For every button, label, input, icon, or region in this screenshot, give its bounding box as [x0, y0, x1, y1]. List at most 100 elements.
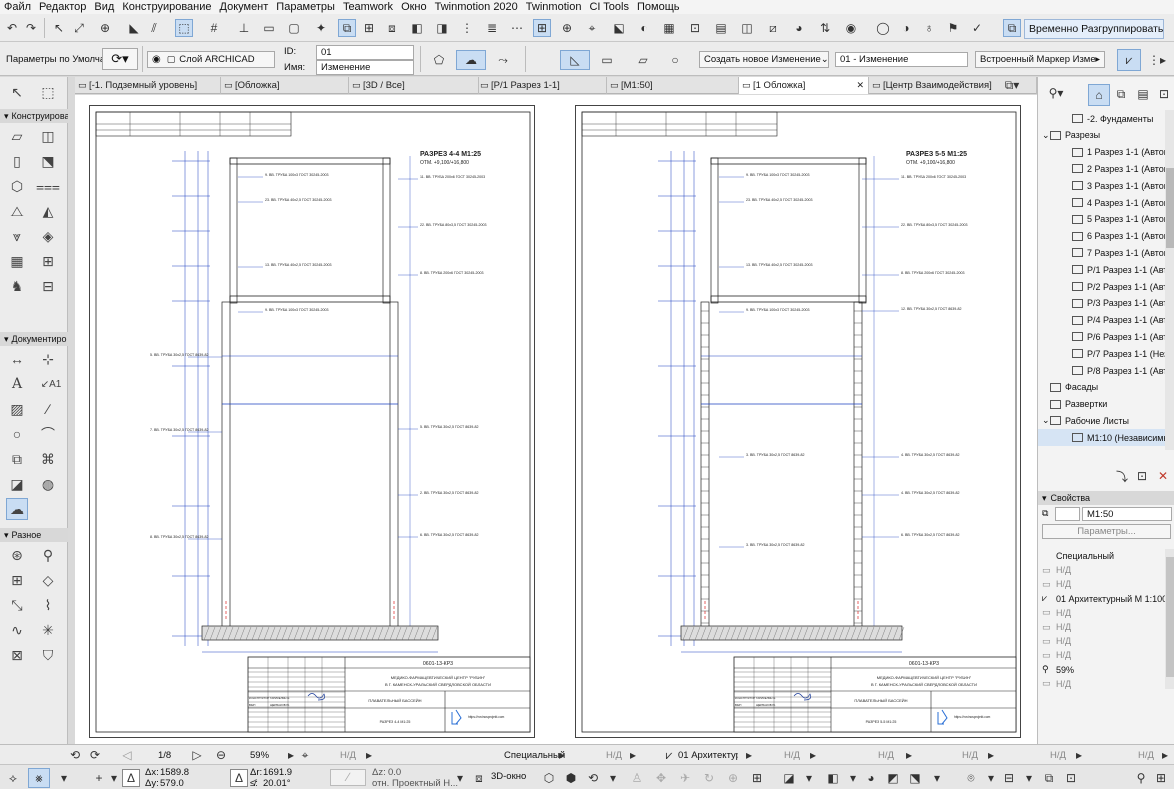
chevron-right-icon[interactable]: ▸ [360, 746, 378, 764]
teamwork-icon[interactable]: ♁ [920, 19, 938, 37]
menu-item[interactable]: Teamwork [343, 1, 393, 13]
tab-overflow-icon[interactable]: ⧉▾ [1003, 76, 1021, 94]
layer-combo-icon[interactable]: ◪ [780, 769, 798, 787]
chevron-down-icon[interactable]: ▾ [604, 769, 622, 787]
chevron-down-icon[interactable]: ▾ [844, 769, 862, 787]
pin-icon[interactable]: ⟡ [4, 769, 22, 787]
navigator-item[interactable]: 5 Разрез 1-1 (Автома [1038, 211, 1165, 228]
properties-header[interactable]: ▾ Свойства [1038, 491, 1174, 505]
navigator-item[interactable]: Развертки [1038, 396, 1165, 413]
navigator-item[interactable]: 3 Разрез 1-1 (Автома [1038, 177, 1165, 194]
navigator-item[interactable]: P/8 Разрез 1-1 (Автом [1038, 362, 1165, 379]
scrollbar-thumb[interactable] [1166, 557, 1174, 677]
redo-icon[interactable]: ↷ [22, 19, 40, 37]
menu-item[interactable]: Конструирование [122, 1, 211, 13]
object-tool-icon[interactable]: ♞ [6, 275, 28, 297]
line-tool-icon[interactable]: ∕ [37, 398, 59, 420]
snap-guide-icon[interactable]: ⊕ [558, 19, 576, 37]
shading-icon[interactable]: ◩ [884, 769, 902, 787]
shell-tool-icon[interactable]: ◭ [37, 200, 59, 222]
navigator-item[interactable]: M1:10 (Независимый) [1038, 429, 1165, 447]
fill-tool-icon[interactable]: ▨ [6, 398, 28, 420]
property-row[interactable]: ▭ Н/Д [1038, 634, 1174, 648]
navigator-item[interactable]: 6 Разрез 1-1 (Автома [1038, 228, 1165, 245]
zoom-icon[interactable]: ⊖ [212, 746, 230, 764]
undo-icon[interactable]: ↶ [3, 19, 21, 37]
publisher-icon[interactable]: ⊡ [1155, 85, 1173, 103]
morph-tool-icon[interactable]: ◈ [37, 225, 59, 247]
menu-item[interactable]: Файл [4, 1, 31, 13]
stair-tool-icon[interactable]: ⩶ [36, 175, 60, 197]
grid-snap-icon[interactable]: # [205, 19, 223, 37]
navigator-item[interactable]: ⌄ Рабочие Листы [1038, 412, 1165, 429]
dr-value[interactable]: 1691.9 [263, 767, 292, 778]
navigator-scrollbar[interactable] [1165, 110, 1174, 450]
chevron-right-icon[interactable]: ▸ [740, 746, 758, 764]
section-misc[interactable]: ▾ Разное [0, 528, 68, 542]
pan-icon[interactable]: ✥ [652, 769, 670, 787]
reserve-icon[interactable]: ⚑ [944, 19, 962, 37]
navigator-item[interactable]: P/7 Разрез 1-1 (Незав [1038, 345, 1165, 362]
camera-tool-icon[interactable]: ⚲ [37, 544, 59, 566]
chevron-down-icon[interactable]: ▾ [1020, 769, 1038, 787]
fly-icon[interactable]: ✈ [676, 769, 694, 787]
issue-icon[interactable]: ⚲ [1132, 769, 1150, 787]
menu-item[interactable]: Редактор [39, 1, 86, 13]
navigator-item[interactable]: P/6 Разрез 1-1 (Автом [1038, 328, 1165, 345]
tab[interactable]: ▭ [Обложка] [221, 77, 349, 94]
distribute-icon[interactable]: ⋯ [508, 19, 526, 37]
chevron-down-icon[interactable]: ▾ [928, 769, 946, 787]
zone-tool-icon[interactable]: ⊟ [37, 275, 59, 297]
menu-item[interactable]: Twinmotion [526, 1, 582, 13]
snap-grid-icon[interactable]: ⊞ [533, 19, 551, 37]
wave-tool-icon[interactable]: ∿ [6, 619, 28, 641]
navigator-item[interactable]: 2 Разрез 1-1 (Автома [1038, 160, 1165, 177]
marker-list-icon[interactable]: ⋮▸ [1148, 51, 1166, 69]
tab[interactable]: ▭ [P/1 Разрез 1-1] [477, 77, 607, 94]
delta-icon[interactable]: Δ [122, 769, 140, 787]
teamwork-status-icon[interactable]: ⊞ [1152, 769, 1170, 787]
section-cut-icon[interactable]: ⬔ [906, 769, 924, 787]
navigator-item[interactable]: P/1 Разрез 1-1 (Автом [1038, 261, 1165, 278]
reference-level[interactable]: отн. Проектный Н... [372, 778, 458, 789]
fill-settings-button[interactable]: ⟳▾ [102, 48, 138, 70]
properties-name-field[interactable]: M1:50 [1082, 507, 1172, 521]
guide-line-icon[interactable]: ⊥ [235, 19, 253, 37]
level-dimension-icon[interactable]: ⊹ [37, 348, 59, 370]
project-map-icon[interactable]: ⌂ [1088, 84, 1110, 106]
navigator-item[interactable]: 7 Разрез 1-1 (Автома [1038, 244, 1165, 261]
marker-style-icon[interactable]: ⩗ [1117, 49, 1141, 71]
partial-structure-icon[interactable]: ◧ [824, 769, 842, 787]
settings-icon[interactable]: ⊡ [1133, 467, 1151, 485]
renovation-icon[interactable]: ⊡ [686, 19, 704, 37]
orbit-icon[interactable]: ⟲ [584, 769, 602, 787]
worksheet-tool-icon[interactable]: ⊠ [6, 644, 28, 666]
navigator-item[interactable]: -2. Фундаменты [1038, 110, 1165, 127]
change-id-field[interactable]: 01 - Изменение [835, 52, 968, 67]
property-row[interactable]: ▭ Н/Д [1038, 620, 1174, 634]
column-tool-icon[interactable]: ▯ [6, 150, 28, 172]
redo-view-icon[interactable]: ⟳ [86, 746, 104, 764]
chevron-down-icon[interactable]: ▾ [451, 769, 469, 787]
guide-snap-icon[interactable]: ⨳ [28, 768, 50, 788]
navigator-item[interactable]: Фасады [1038, 379, 1165, 396]
arrow-tool-icon[interactable]: ↖ [6, 81, 28, 103]
scrollbar-thumb[interactable] [1166, 168, 1174, 248]
lamp-tool-icon[interactable]: ⊞ [6, 569, 28, 591]
hotlink-icon[interactable]: ⇅ [816, 19, 834, 37]
wall-tool-icon[interactable]: ▱ [6, 125, 28, 147]
mesh-tool-icon[interactable]: ⩔ [6, 225, 28, 247]
zoom-in-icon[interactable]: ⊕ [96, 19, 114, 37]
navigator-item[interactable]: 4 Разрез 1-1 (Автома [1038, 194, 1165, 211]
marquee-tool-icon[interactable]: ⬚ [37, 81, 59, 103]
camera-icon[interactable]: ⌾ [962, 769, 980, 787]
name-field[interactable]: Изменение [316, 60, 414, 75]
navigator-item[interactable]: P/2 Разрез 1-1 (Автом [1038, 278, 1165, 295]
3d-window-icon[interactable]: ⧈ [470, 769, 488, 787]
section-document[interactable]: ▾ Документиро [0, 332, 68, 346]
refresh-icon[interactable]: ⟲ [66, 746, 84, 764]
property-row[interactable]: ⚲ 59% [1038, 663, 1174, 677]
3d-box-icon[interactable]: ⬡ [540, 769, 558, 787]
figure-tool-icon[interactable]: ⌘ [37, 448, 59, 470]
layout-icon[interactable]: ▭ [260, 19, 278, 37]
